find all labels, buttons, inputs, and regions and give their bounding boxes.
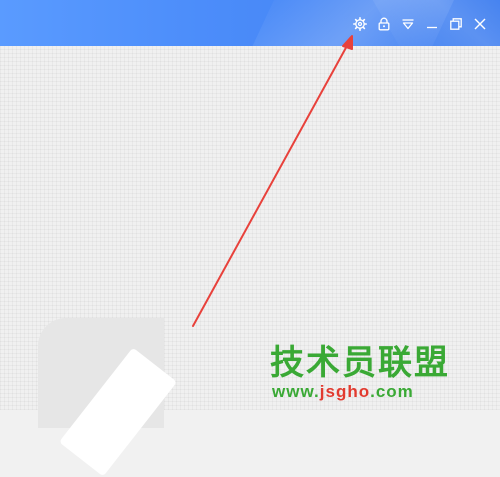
settings-button[interactable]: [350, 14, 370, 34]
dropdown-menu-icon: [402, 19, 414, 30]
menu-button[interactable]: [398, 14, 418, 34]
restore-icon: [450, 18, 462, 30]
title-bar: [0, 0, 500, 46]
minimize-button[interactable]: [422, 14, 442, 34]
restore-button[interactable]: [446, 14, 466, 34]
watermark-url-suffix: .com: [370, 382, 414, 401]
gear-icon: [353, 17, 367, 31]
minimize-icon: [427, 26, 437, 29]
watermark-title: 技术员联盟: [270, 343, 450, 383]
window-controls: [350, 14, 490, 34]
app-logo-tile: [38, 318, 178, 477]
watermark-url-highlight: jsgho: [319, 382, 371, 401]
watermark-url-prefix: www.: [272, 382, 320, 401]
lock-button[interactable]: [374, 14, 394, 34]
close-icon: [474, 18, 486, 30]
close-button[interactable]: [470, 14, 490, 34]
lock-icon: [378, 17, 390, 31]
pen-icon: [58, 347, 178, 477]
watermark-url: www.jsgho.com: [272, 382, 414, 402]
watermark: 技术员联盟 www.jsgho.com: [270, 344, 450, 402]
